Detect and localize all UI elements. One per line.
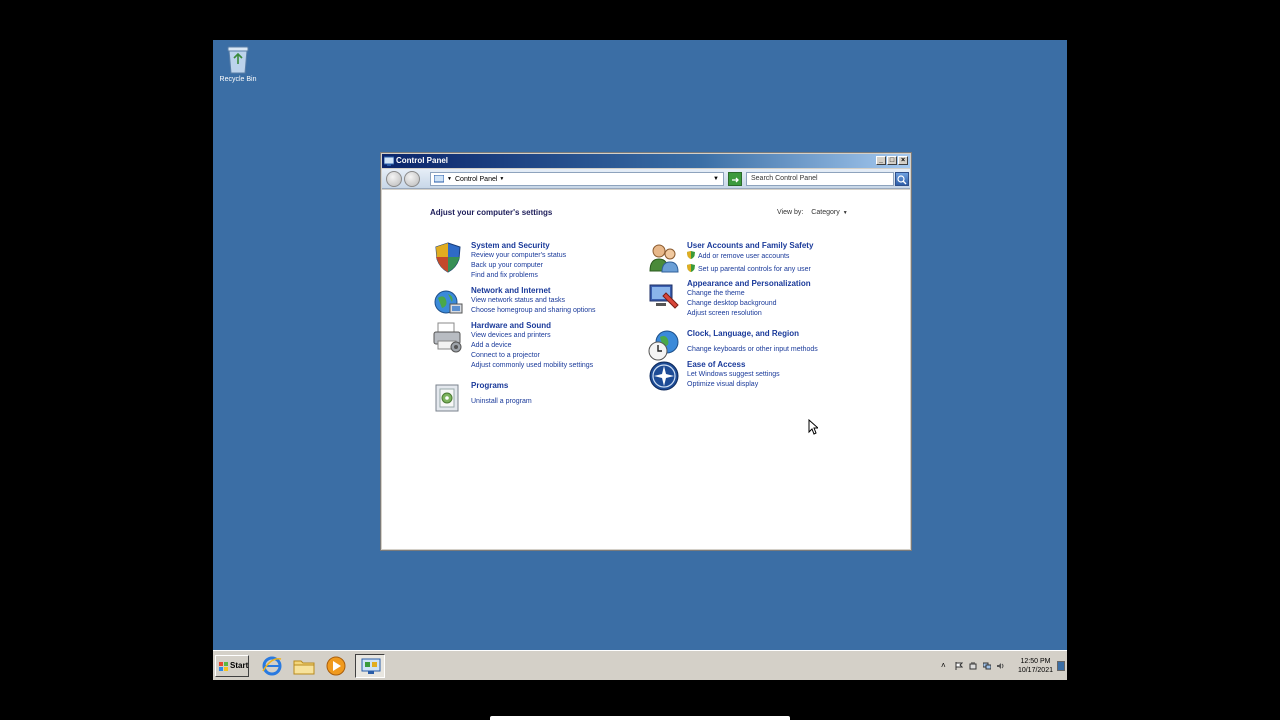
breadcrumb-control-panel[interactable]: Control Panel ▼: [455, 173, 504, 186]
address-chevron-icon[interactable]: ▼: [447, 173, 452, 185]
programs-icon: [435, 384, 459, 412]
add-device-link[interactable]: Add a device: [471, 341, 593, 351]
clock-time: 12:50 PM: [1020, 658, 1051, 665]
address-dropdown-icon[interactable]: ▼: [713, 173, 719, 185]
search-icon: [897, 175, 907, 185]
recycle-bin-icon: [227, 46, 249, 74]
review-status-link[interactable]: Review your computer's status: [471, 251, 566, 261]
address-bar[interactable]: ▼ Control Panel ▼ ▼: [430, 172, 724, 186]
uninstall-program-link[interactable]: Uninstall a program: [471, 397, 532, 407]
search-input[interactable]: Search Control Panel: [746, 172, 894, 186]
printer-icon: [433, 322, 462, 353]
shield-icon: [435, 242, 461, 273]
appearance-link[interactable]: Appearance and Personalization: [687, 279, 811, 289]
devices-printers-link[interactable]: View devices and printers: [471, 331, 593, 341]
network-internet-link[interactable]: Network and Internet: [471, 286, 596, 296]
refresh-icon: [732, 177, 739, 183]
optimize-display-link[interactable]: Optimize visual display: [687, 380, 780, 390]
windows-flag-icon: [219, 662, 228, 671]
appearance-icon: [649, 284, 679, 309]
change-theme-link[interactable]: Change the theme: [687, 289, 811, 299]
programs-link[interactable]: Programs: [471, 381, 532, 391]
ease-of-access-icon: [649, 361, 679, 391]
projector-link[interactable]: Connect to a projector: [471, 351, 593, 361]
control-panel-address-icon: [434, 175, 444, 183]
desktop: Recycle Bin Control Panel _ □ × ▼ Contro…: [213, 40, 1067, 680]
action-center-flag-icon[interactable]: [955, 662, 963, 670]
windows-suggest-link[interactable]: Let Windows suggest settings: [687, 370, 780, 380]
screen-resolution-link[interactable]: Adjust screen resolution: [687, 309, 811, 319]
uac-shield-icon: [687, 264, 695, 272]
maximize-button[interactable]: □: [887, 156, 897, 165]
taskbar-clock[interactable]: 12:50 PM 10/17/2021: [1018, 657, 1053, 675]
network-globe-icon: [434, 290, 463, 314]
power-plug-icon[interactable]: [969, 662, 977, 670]
view-by-dropdown[interactable]: Category ▼: [811, 209, 847, 216]
refresh-button[interactable]: [728, 172, 742, 186]
navigation-bar: ▼ Control Panel ▼ ▼ Search Control Panel: [382, 169, 910, 189]
homegroup-link[interactable]: Choose homegroup and sharing options: [471, 306, 596, 316]
mobility-settings-link[interactable]: Adjust commonly used mobility settings: [471, 361, 593, 371]
users-icon: [649, 244, 679, 273]
control-panel-window: Control Panel _ □ × ▼ Control Panel ▼ ▼ …: [380, 152, 912, 551]
control-panel-icon: [361, 658, 381, 674]
show-desktop-button[interactable]: [1057, 661, 1065, 671]
control-panel-content: Adjust your computer's settings View by:…: [382, 190, 910, 549]
system-tray: ˄ 12:50 PM 10/17/2021: [937, 655, 1067, 677]
clock-language-link[interactable]: Clock, Language, and Region: [687, 329, 818, 339]
internet-explorer-icon[interactable]: [261, 655, 283, 677]
show-hidden-icons-icon[interactable]: ˄: [941, 662, 949, 670]
mouse-cursor-icon: [808, 419, 818, 435]
view-by-control: View by: Category ▼: [777, 209, 848, 216]
hardware-sound-link[interactable]: Hardware and Sound: [471, 321, 593, 331]
page-heading: Adjust your computer's settings: [430, 208, 553, 217]
window-titlebar[interactable]: Control Panel _ □ ×: [382, 154, 910, 168]
forward-button[interactable]: [404, 171, 420, 187]
bottom-indicator: [490, 716, 790, 720]
taskbar: Start ˄ 12:50 PM 10/17/2021: [213, 650, 1067, 680]
network-icon[interactable]: [983, 662, 991, 670]
start-label: Start: [230, 661, 249, 670]
add-remove-accounts-link[interactable]: Add or remove user accounts: [687, 251, 813, 262]
find-fix-link[interactable]: Find and fix problems: [471, 271, 566, 281]
parental-controls-link[interactable]: Set up parental controls for any user: [687, 264, 813, 275]
user-accounts-link[interactable]: User Accounts and Family Safety: [687, 241, 813, 251]
explorer-folder-icon[interactable]: [293, 655, 315, 677]
recycle-bin-label: Recycle Bin: [219, 76, 257, 83]
network-status-link[interactable]: View network status and tasks: [471, 296, 596, 306]
clock-globe-icon: [648, 330, 679, 361]
control-panel-title-icon: [384, 156, 394, 166]
media-player-icon[interactable]: [325, 655, 347, 677]
desktop-background-link[interactable]: Change desktop background: [687, 299, 811, 309]
volume-icon[interactable]: [997, 662, 1005, 670]
keyboards-input-link[interactable]: Change keyboards or other input methods: [687, 345, 818, 355]
recycle-bin-shortcut[interactable]: Recycle Bin: [217, 44, 259, 83]
minimize-button[interactable]: _: [876, 156, 886, 165]
clock-date: 10/17/2021: [1017, 667, 1053, 674]
backup-link[interactable]: Back up your computer: [471, 261, 566, 271]
close-button[interactable]: ×: [898, 156, 908, 165]
system-security-link[interactable]: System and Security: [471, 241, 566, 251]
control-panel-taskbar-button[interactable]: [355, 654, 385, 678]
window-title: Control Panel: [396, 156, 449, 165]
ease-of-access-link[interactable]: Ease of Access: [687, 360, 780, 370]
uac-shield-icon: [687, 251, 695, 259]
search-button[interactable]: [895, 172, 909, 186]
back-button[interactable]: [386, 171, 402, 187]
start-button[interactable]: Start: [215, 655, 249, 677]
